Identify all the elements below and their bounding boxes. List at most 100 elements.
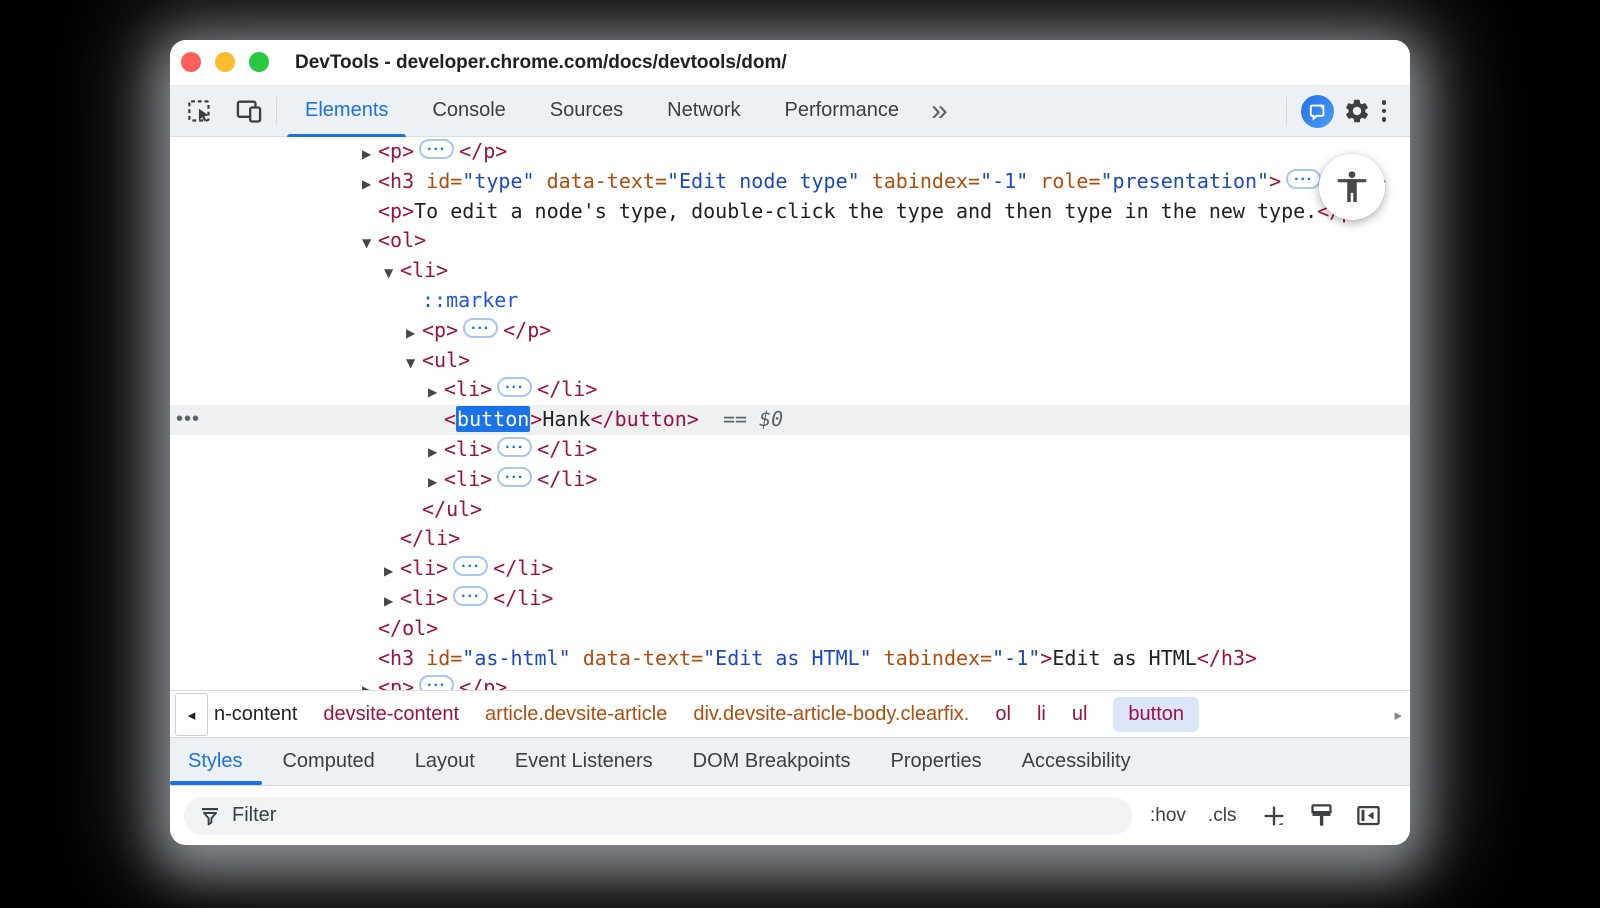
dom-node-row[interactable]: </ul> [170, 495, 1410, 525]
dom-node-row[interactable]: ▶<h3 id="type" data-text="Edit node type… [170, 167, 1410, 197]
element-classes-button[interactable]: .cls [1208, 805, 1237, 827]
filter-funnel-icon [200, 806, 220, 826]
toggle-sidebar-icon[interactable] [1355, 802, 1382, 829]
expand-ellipsis-icon[interactable]: ··· [419, 675, 454, 690]
zoom-button[interactable] [249, 52, 269, 72]
dom-tree-panel: ▶<p>···</p>▶<h3 id="type" data-text="Edi… [170, 137, 1410, 690]
expand-arrow-icon[interactable]: ▶ [428, 468, 444, 498]
code-token-text: Hank [542, 407, 590, 431]
new-style-rule-icon[interactable] [1260, 802, 1288, 830]
code-token-tag: <h3 [378, 646, 426, 670]
expand-arrow-icon[interactable]: ▶ [384, 557, 400, 587]
breadcrumb-bar: ◂ n-content devsite-content article.devsit… [170, 690, 1410, 737]
code-token-tag: > [1040, 646, 1052, 670]
dom-node-row[interactable]: ▼<li> [170, 256, 1410, 286]
close-button[interactable] [181, 52, 201, 72]
sidebar-tab-accessibility[interactable]: Accessibility [1002, 738, 1151, 785]
minimize-button[interactable] [215, 52, 235, 72]
expand-ellipsis-icon[interactable]: ··· [453, 556, 488, 576]
sidebar-tab-dom-breakpoints[interactable]: DOM Breakpoints [673, 738, 871, 785]
breadcrumb-item-devsite-content[interactable]: devsite-content [323, 703, 459, 726]
sidebar-tab-layout[interactable]: Layout [395, 738, 495, 785]
sidebar-tabs: StylesComputedLayoutEvent ListenersDOM B… [170, 737, 1410, 785]
inspect-element-icon[interactable] [184, 96, 214, 126]
expand-arrow-icon[interactable]: ▶ [428, 438, 444, 468]
breadcrumb-scroll-right-icon[interactable]: ▸ [1394, 691, 1402, 738]
node-options-icon[interactable]: ••• [176, 405, 200, 435]
code-token-tag: </li> [537, 467, 597, 491]
tab-sources[interactable]: Sources [528, 86, 645, 137]
dom-node-row[interactable]: </ol> [170, 614, 1410, 644]
code-token-attr: data-text= [535, 169, 667, 193]
rendering-paintbrush-icon[interactable] [1308, 802, 1335, 829]
tab-performance[interactable]: Performance [763, 86, 922, 137]
toggle-element-state-button[interactable]: :hov [1150, 805, 1186, 827]
dom-node-selected-row[interactable]: •••<button>Hank</button> == $0 [170, 405, 1410, 435]
expand-ellipsis-icon[interactable]: ··· [497, 467, 532, 487]
breadcrumb-item-article-devsite-article[interactable]: article.devsite-article [485, 703, 667, 726]
dom-node-row[interactable]: ▶<li>···</li> [170, 465, 1410, 495]
collapse-arrow-icon[interactable]: ▼ [362, 229, 378, 259]
more-tabs-icon[interactable]: » [921, 89, 958, 133]
expand-ellipsis-icon[interactable]: ··· [497, 377, 532, 397]
breadcrumb-item-li[interactable]: li [1037, 703, 1046, 726]
dom-node-row[interactable]: ▶<li>···</li> [170, 584, 1410, 614]
code-token-tag: <ul> [422, 348, 470, 372]
sidebar-tab-event-listeners[interactable]: Event Listeners [495, 738, 673, 785]
breadcrumb-item-ol[interactable]: ol [995, 703, 1011, 726]
expand-ellipsis-icon[interactable]: ··· [419, 139, 454, 159]
tab-console[interactable]: Console [410, 86, 527, 137]
sidebar-tab-styles[interactable]: Styles [170, 738, 262, 785]
code-token-tag: <li> [400, 556, 448, 580]
more-options-icon[interactable] [1372, 100, 1397, 122]
dom-node-row[interactable]: ▼<ul> [170, 346, 1410, 376]
expand-arrow-icon[interactable]: ▶ [428, 378, 444, 408]
expand-arrow-icon[interactable]: ▶ [406, 319, 422, 349]
code-token-val: "-1" [980, 169, 1028, 193]
code-token-pseudo: ::marker [422, 288, 518, 312]
expand-arrow-icon[interactable]: ▶ [384, 587, 400, 617]
tab-network[interactable]: Network [645, 86, 762, 137]
code-token-tag: <ol> [378, 228, 426, 252]
settings-gear-icon[interactable] [1342, 96, 1372, 126]
sidebar-tab-computed[interactable]: Computed [262, 738, 394, 785]
code-token-attr: id= [426, 169, 462, 193]
dom-node-row[interactable]: ▶<li>···</li> [170, 435, 1410, 465]
dom-node-row[interactable]: ▶<li>···</li> [170, 375, 1410, 405]
dom-node-row[interactable]: ::marker [170, 286, 1410, 316]
breadcrumb-item-button[interactable]: button [1113, 697, 1199, 732]
dom-node-row[interactable]: ▶<p>···</p> [170, 137, 1410, 167]
breadcrumb-item-ul[interactable]: ul [1072, 703, 1088, 726]
tab-elements[interactable]: Elements [283, 86, 410, 137]
window-title: DevTools - developer.chrome.com/docs/dev… [295, 40, 787, 86]
dom-node-row[interactable]: ▼<ol> [170, 226, 1410, 256]
expand-arrow-icon[interactable]: ▶ [362, 140, 378, 170]
device-toolbar-icon[interactable] [234, 96, 264, 126]
dom-node-row[interactable]: ▶<p>···</p> [170, 673, 1410, 690]
expand-ellipsis-icon[interactable]: ··· [463, 318, 498, 338]
sidebar-tab-properties[interactable]: Properties [871, 738, 1002, 785]
code-token-tag: </h3> [1197, 646, 1257, 670]
collapse-arrow-icon[interactable]: ▼ [384, 259, 400, 289]
expand-ellipsis-icon[interactable]: ··· [453, 586, 488, 606]
expand-ellipsis-icon[interactable]: ··· [1286, 169, 1321, 189]
expand-arrow-icon[interactable]: ▶ [362, 170, 378, 200]
dom-node-row[interactable]: <h3 id="as-html" data-text="Edit as HTML… [170, 644, 1410, 674]
expand-ellipsis-icon[interactable]: ··· [497, 437, 532, 457]
breadcrumb-item-n-content[interactable]: n-content [214, 703, 297, 726]
dom-node-row[interactable]: ▶<li>···</li> [170, 554, 1410, 584]
dom-node-row[interactable]: </li> [170, 524, 1410, 554]
breadcrumb-scroll-left-icon[interactable]: ◂ [175, 693, 208, 736]
dom-node-row[interactable]: <p>To edit a node's type, double-click t… [170, 197, 1410, 227]
code-token-val: "presentation" [1101, 169, 1270, 193]
collapse-arrow-icon[interactable]: ▼ [406, 349, 422, 379]
breadcrumb-item-div-devsite-article-body-clearfix-[interactable]: div.devsite-article-body.clearfix. [693, 703, 969, 726]
code-token-val: "Edit as HTML" [703, 646, 872, 670]
code-token-tag: </li> [537, 377, 597, 401]
filter-input[interactable]: Filter [184, 797, 1132, 835]
ai-assistance-icon[interactable] [1301, 95, 1334, 128]
code-token-tag: </li> [537, 437, 597, 461]
expand-arrow-icon[interactable]: ▶ [362, 676, 378, 690]
dom-node-row[interactable]: ▶<p>···</p> [170, 316, 1410, 346]
code-token-attr: data-text= [571, 646, 703, 670]
